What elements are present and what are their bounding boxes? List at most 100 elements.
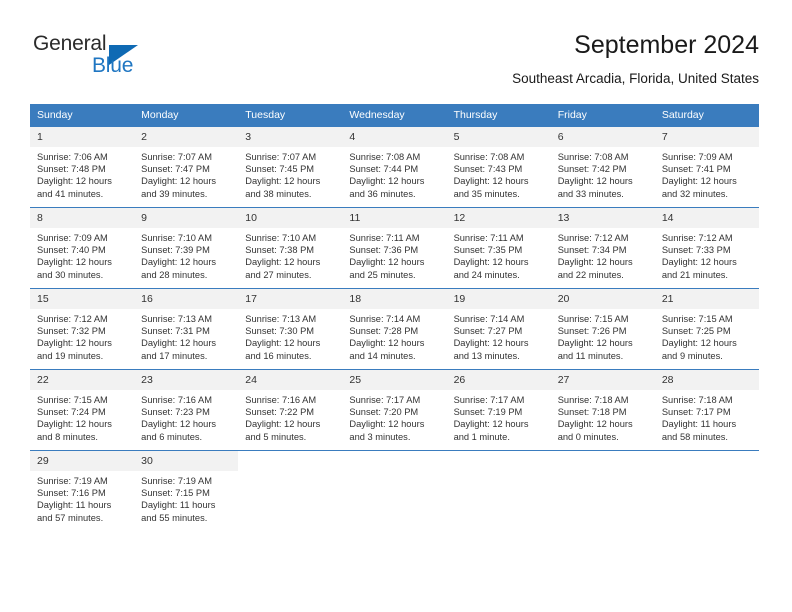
day-cell[interactable]: 25 Sunrise: 7:17 AM Sunset: 7:20 PM Dayl… bbox=[342, 369, 447, 451]
day-cell[interactable]: 29 Sunrise: 7:19 AM Sunset: 7:16 PM Dayl… bbox=[30, 450, 135, 531]
day-cell[interactable]: 10 Sunrise: 7:10 AM Sunset: 7:38 PM Dayl… bbox=[238, 207, 343, 289]
sunrise-text: Sunrise: 7:16 AM bbox=[141, 395, 212, 405]
day-cell[interactable]: 28 Sunrise: 7:18 AM Sunset: 7:17 PM Dayl… bbox=[654, 369, 759, 451]
day-cell[interactable]: 17 Sunrise: 7:13 AM Sunset: 7:30 PM Dayl… bbox=[238, 288, 343, 370]
day-cell-empty bbox=[238, 450, 343, 531]
sunset-text: Sunset: 7:32 PM bbox=[37, 326, 106, 337]
day-cell[interactable]: 4 Sunrise: 7:08 AM Sunset: 7:44 PM Dayli… bbox=[342, 126, 447, 208]
sunrise-text: Sunrise: 7:14 AM bbox=[453, 314, 525, 324]
daylight-text-line1: Daylight: 12 hours bbox=[245, 176, 321, 187]
day-cell[interactable]: 22 Sunrise: 7:15 AM Sunset: 7:24 PM Dayl… bbox=[30, 369, 135, 451]
sunrise-text: Sunrise: 7:08 AM bbox=[557, 152, 629, 162]
day-number: 17 bbox=[238, 289, 343, 309]
day-cell[interactable]: 27 Sunrise: 7:18 AM Sunset: 7:18 PM Dayl… bbox=[550, 369, 655, 451]
daylight-text-line2: and 33 minutes. bbox=[557, 188, 624, 199]
day-cell[interactable]: 24 Sunrise: 7:16 AM Sunset: 7:22 PM Dayl… bbox=[238, 369, 343, 451]
day-cell[interactable]: 23 Sunrise: 7:16 AM Sunset: 7:23 PM Dayl… bbox=[134, 369, 239, 451]
daylight-text-line1: Daylight: 12 hours bbox=[349, 176, 425, 187]
daylight-text-line1: Daylight: 12 hours bbox=[661, 257, 737, 268]
daylight-text-line1: Daylight: 12 hours bbox=[245, 419, 321, 430]
sunset-text: Sunset: 7:28 PM bbox=[349, 326, 419, 337]
weekday-header-tuesday: Tuesday bbox=[238, 104, 343, 127]
day-cell[interactable]: 11 Sunrise: 7:11 AM Sunset: 7:36 PM Dayl… bbox=[342, 207, 447, 289]
sunrise-text: Sunrise: 7:15 AM bbox=[557, 314, 629, 324]
day-details: Sunrise: 7:19 AM Sunset: 7:16 PM Dayligh… bbox=[30, 471, 134, 524]
day-details: Sunrise: 7:16 AM Sunset: 7:22 PM Dayligh… bbox=[238, 390, 342, 443]
day-details: Sunrise: 7:12 AM Sunset: 7:33 PM Dayligh… bbox=[655, 228, 759, 281]
daylight-text-line2: and 21 minutes. bbox=[661, 269, 728, 280]
daylight-text-line1: Daylight: 12 hours bbox=[37, 257, 112, 268]
day-cell[interactable]: 6 Sunrise: 7:08 AM Sunset: 7:42 PM Dayli… bbox=[550, 126, 655, 208]
sunset-text: Sunset: 7:25 PM bbox=[661, 326, 731, 337]
day-cell[interactable]: 12 Sunrise: 7:11 AM Sunset: 7:35 PM Dayl… bbox=[446, 207, 551, 289]
day-details: Sunrise: 7:07 AM Sunset: 7:47 PM Dayligh… bbox=[134, 147, 238, 200]
daylight-text-line1: Daylight: 12 hours bbox=[557, 419, 633, 430]
sunset-text: Sunset: 7:48 PM bbox=[37, 164, 106, 175]
day-number: 1 bbox=[30, 127, 135, 147]
day-cell[interactable]: 8 Sunrise: 7:09 AM Sunset: 7:40 PM Dayli… bbox=[30, 207, 135, 289]
day-cell[interactable]: 9 Sunrise: 7:10 AM Sunset: 7:39 PM Dayli… bbox=[134, 207, 239, 289]
daylight-text-line2: and 28 minutes. bbox=[141, 269, 208, 280]
day-cell[interactable]: 2 Sunrise: 7:07 AM Sunset: 7:47 PM Dayli… bbox=[134, 126, 239, 208]
daylight-text-line2: and 36 minutes. bbox=[349, 188, 416, 199]
sunrise-text: Sunrise: 7:12 AM bbox=[661, 233, 733, 243]
daylight-text-line1: Daylight: 12 hours bbox=[141, 338, 217, 349]
day-cell[interactable]: 1 Sunrise: 7:06 AM Sunset: 7:48 PM Dayli… bbox=[30, 126, 135, 208]
daylight-text-line1: Daylight: 12 hours bbox=[37, 338, 112, 349]
weekday-header-wednesday: Wednesday bbox=[342, 104, 447, 127]
sunset-text: Sunset: 7:16 PM bbox=[37, 488, 106, 499]
day-cell[interactable]: 5 Sunrise: 7:08 AM Sunset: 7:43 PM Dayli… bbox=[446, 126, 551, 208]
day-cell[interactable]: 18 Sunrise: 7:14 AM Sunset: 7:28 PM Dayl… bbox=[342, 288, 447, 370]
sunset-text: Sunset: 7:38 PM bbox=[245, 245, 315, 256]
sunrise-text: Sunrise: 7:18 AM bbox=[557, 395, 629, 405]
day-number: 13 bbox=[550, 208, 655, 228]
sunrise-text: Sunrise: 7:14 AM bbox=[349, 314, 421, 324]
daylight-text-line2: and 16 minutes. bbox=[245, 350, 312, 361]
calendar-page: General Blue September 2024 Southeast Ar… bbox=[0, 0, 792, 612]
day-details: Sunrise: 7:08 AM Sunset: 7:44 PM Dayligh… bbox=[342, 147, 446, 200]
day-number: 24 bbox=[238, 370, 343, 390]
weekday-header-saturday: Saturday bbox=[654, 104, 759, 127]
day-cell[interactable]: 7 Sunrise: 7:09 AM Sunset: 7:41 PM Dayli… bbox=[654, 126, 759, 208]
day-number: 19 bbox=[446, 289, 551, 309]
day-cell[interactable]: 13 Sunrise: 7:12 AM Sunset: 7:34 PM Dayl… bbox=[550, 207, 655, 289]
daylight-text-line1: Daylight: 12 hours bbox=[141, 419, 217, 430]
daylight-text-line2: and 30 minutes. bbox=[37, 269, 104, 280]
general-blue-logo[interactable]: General Blue bbox=[33, 32, 233, 88]
day-cell[interactable]: 19 Sunrise: 7:14 AM Sunset: 7:27 PM Dayl… bbox=[446, 288, 551, 370]
day-details: Sunrise: 7:13 AM Sunset: 7:31 PM Dayligh… bbox=[134, 309, 238, 362]
daylight-text-line2: and 41 minutes. bbox=[37, 188, 104, 199]
daylight-text-line2: and 32 minutes. bbox=[661, 188, 728, 199]
daylight-text-line1: Daylight: 12 hours bbox=[141, 176, 217, 187]
day-cell[interactable]: 3 Sunrise: 7:07 AM Sunset: 7:45 PM Dayli… bbox=[238, 126, 343, 208]
daylight-text-line2: and 11 minutes. bbox=[557, 350, 624, 361]
sunset-text: Sunset: 7:34 PM bbox=[557, 245, 627, 256]
daylight-text-line1: Daylight: 12 hours bbox=[557, 176, 633, 187]
day-details: Sunrise: 7:09 AM Sunset: 7:40 PM Dayligh… bbox=[30, 228, 134, 281]
day-number: 15 bbox=[30, 289, 135, 309]
day-cell[interactable]: 20 Sunrise: 7:15 AM Sunset: 7:26 PM Dayl… bbox=[550, 288, 655, 370]
sunrise-text: Sunrise: 7:16 AM bbox=[245, 395, 317, 405]
day-number: 26 bbox=[446, 370, 551, 390]
sunrise-text: Sunrise: 7:15 AM bbox=[661, 314, 733, 324]
day-cell[interactable]: 30 Sunrise: 7:19 AM Sunset: 7:15 PM Dayl… bbox=[134, 450, 239, 531]
sunrise-text: Sunrise: 7:07 AM bbox=[245, 152, 317, 162]
day-cell[interactable]: 26 Sunrise: 7:17 AM Sunset: 7:19 PM Dayl… bbox=[446, 369, 551, 451]
daylight-text-line2: and 55 minutes. bbox=[141, 512, 208, 523]
day-number bbox=[238, 451, 343, 471]
day-details: Sunrise: 7:15 AM Sunset: 7:26 PM Dayligh… bbox=[551, 309, 655, 362]
day-cell-empty bbox=[446, 450, 551, 531]
day-cell[interactable]: 15 Sunrise: 7:12 AM Sunset: 7:32 PM Dayl… bbox=[30, 288, 135, 370]
day-cell[interactable]: 14 Sunrise: 7:12 AM Sunset: 7:33 PM Dayl… bbox=[654, 207, 759, 289]
day-cell[interactable]: 21 Sunrise: 7:15 AM Sunset: 7:25 PM Dayl… bbox=[654, 288, 759, 370]
sunrise-text: Sunrise: 7:10 AM bbox=[141, 233, 212, 243]
day-number: 3 bbox=[238, 127, 343, 147]
sunset-text: Sunset: 7:47 PM bbox=[141, 164, 210, 175]
day-cell[interactable]: 16 Sunrise: 7:13 AM Sunset: 7:31 PM Dayl… bbox=[134, 288, 239, 370]
day-details: Sunrise: 7:07 AM Sunset: 7:45 PM Dayligh… bbox=[238, 147, 342, 200]
day-number: 29 bbox=[30, 451, 135, 471]
sunrise-text: Sunrise: 7:19 AM bbox=[37, 476, 108, 486]
sunrise-text: Sunrise: 7:17 AM bbox=[453, 395, 525, 405]
sunrise-text: Sunrise: 7:19 AM bbox=[141, 476, 212, 486]
day-details: Sunrise: 7:06 AM Sunset: 7:48 PM Dayligh… bbox=[30, 147, 134, 200]
